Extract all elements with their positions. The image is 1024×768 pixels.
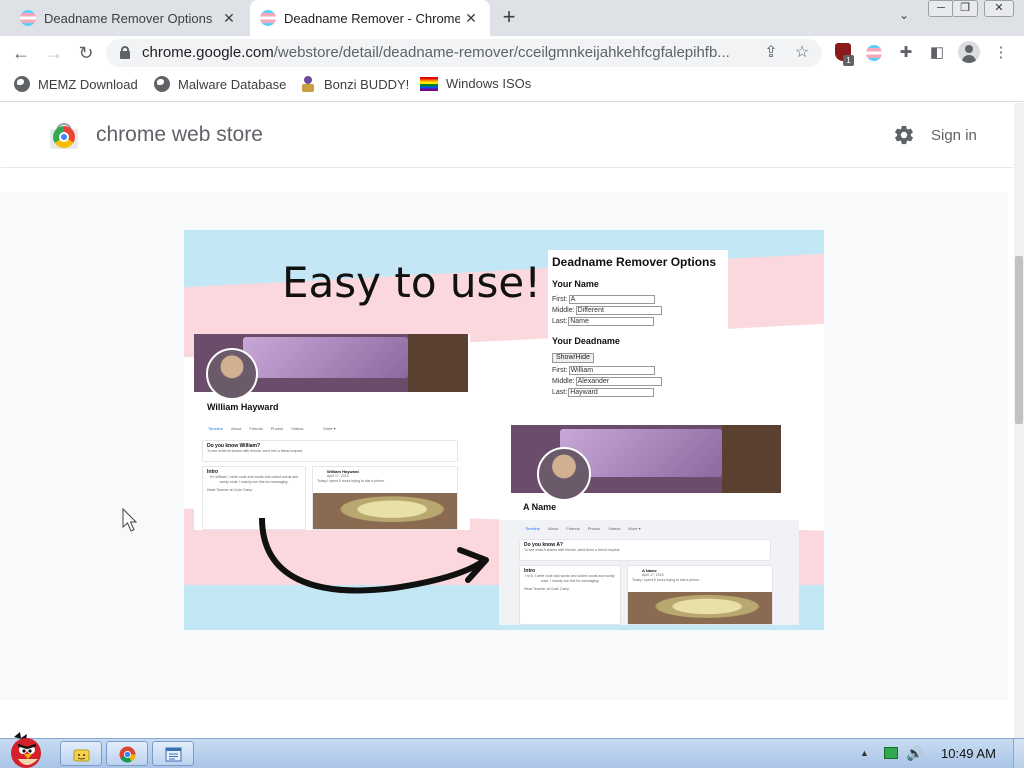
shield-extension-icon[interactable]: 1 <box>832 42 854 66</box>
post-card: A Name April 17, 2015 Today I spent 5 ho… <box>627 565 773 625</box>
dead-middle-field: Alexander <box>575 376 662 386</box>
taskbar-chrome[interactable] <box>106 741 148 766</box>
menu-kebab-icon[interactable]: ⋮ <box>990 42 1012 64</box>
show-desktop-button[interactable] <box>1013 739 1024 768</box>
chrome-icon <box>119 746 136 763</box>
options-panel-mock: Deadname Remover Options Your Name First… <box>548 250 728 402</box>
browser-toolbar: ← → ↻ chrome.google.com/webstore/detail/… <box>0 36 1024 70</box>
tab-strip: Deadname Remover Options ✕ Deadname Remo… <box>0 0 1024 36</box>
taskbar-clock[interactable]: 10:49 AM <box>941 746 996 761</box>
back-arrow-icon[interactable]: ← <box>9 41 33 65</box>
profile-after-mock: A Name Timeline About Friends Photos Videos M… <box>499 425 799 625</box>
dead-first-field: William <box>568 365 655 375</box>
restore-button[interactable]: ❐ <box>952 0 978 17</box>
bookmark-malware-database[interactable]: Malware Database <box>154 76 286 92</box>
reload-icon[interactable]: ↻ <box>74 41 98 65</box>
url-text[interactable]: chrome.google.com/webstore/detail/deadna… <box>142 44 752 61</box>
deadname-remover-extension-icon[interactable] <box>863 42 885 64</box>
close-window-button[interactable]: ✕ <box>984 0 1014 17</box>
address-bar[interactable]: chrome.google.com/webstore/detail/deadna… <box>106 39 822 67</box>
show-hide-button: Show/Hide <box>552 353 594 363</box>
profile-name: William Hayward <box>207 402 279 412</box>
store-title[interactable]: chrome web store <box>96 123 263 147</box>
chrome-web-store-logo-icon[interactable] <box>50 123 78 149</box>
rainbow-flag-icon <box>420 76 438 91</box>
trans-flag-favicon-icon <box>260 10 276 26</box>
tab-title: Deadname Remover - Chrome Web Store <box>284 10 460 26</box>
settings-gear-icon[interactable] <box>893 124 915 146</box>
taskbar-explorer[interactable] <box>60 741 102 766</box>
profile-name: A Name <box>523 502 557 512</box>
extension-badge: 1 <box>843 55 854 66</box>
promo-headline: Easy to use! <box>282 258 542 307</box>
globe-icon <box>14 76 30 92</box>
network-icon[interactable] <box>884 747 898 759</box>
profile-nav: Timeline About Friends Photos Videos More ▾ <box>525 526 641 531</box>
scrollbar-thumb[interactable] <box>1015 256 1023 424</box>
your-name-heading: Your Name <box>552 279 599 289</box>
intro-card: Intro I'm A. I write code and words and … <box>519 565 621 625</box>
lock-icon[interactable] <box>120 46 130 59</box>
window-app-icon <box>165 747 182 762</box>
sign-in-link[interactable]: Sign in <box>931 127 977 144</box>
start-button-angry-bird-icon[interactable] <box>4 731 48 768</box>
new-tab-button[interactable]: + <box>497 6 521 30</box>
page-scrollbar[interactable] <box>1014 103 1024 738</box>
minimize-button[interactable]: ─ <box>928 0 954 17</box>
first-name-field: A <box>568 294 655 304</box>
know-card: Do you know William? To see what he shar… <box>202 440 458 462</box>
post-photo <box>628 592 772 624</box>
know-card: Do you know A? To see what A shares with… <box>519 539 771 561</box>
trans-flag-favicon-icon <box>20 10 36 26</box>
bonzi-icon <box>300 76 316 92</box>
middle-name-field: Different <box>575 305 662 315</box>
mouse-cursor-icon <box>122 508 138 532</box>
side-panel-icon[interactable]: ◧ <box>926 42 948 64</box>
your-deadname-heading: Your Deadname <box>552 336 620 346</box>
profile-nav: Timeline About Friends Photos Videos More ▾ <box>208 426 336 431</box>
bookmark-memz[interactable]: MEMZ Download <box>14 76 138 92</box>
options-title: Deadname Remover Options <box>552 255 717 269</box>
tab-search-chevron-icon[interactable]: ⌄ <box>894 8 914 28</box>
transform-arrow-icon <box>259 518 489 594</box>
profile-photo <box>206 348 258 400</box>
close-tab-icon[interactable]: ✕ <box>220 9 238 27</box>
globe-icon <box>154 76 170 92</box>
profile-avatar-icon[interactable] <box>958 41 980 63</box>
bookmark-star-icon[interactable]: ☆ <box>791 42 813 64</box>
close-tab-icon[interactable]: ✕ <box>462 9 480 27</box>
profile-photo <box>537 447 591 501</box>
promo-screenshot[interactable]: Easy to use! Deadname Remover Options Yo… <box>184 230 824 630</box>
bookmark-windows-isos[interactable]: Windows ISOs <box>420 76 531 91</box>
tab-title: Deadname Remover Options <box>44 10 213 26</box>
bookmarks-bar: MEMZ Download Malware Database Bonzi BUD… <box>0 70 1024 102</box>
show-hidden-icons-icon[interactable]: ▲ <box>860 748 869 758</box>
extensions-puzzle-icon[interactable]: ✚ <box>895 42 917 64</box>
share-icon[interactable]: ⇪ <box>760 42 782 64</box>
taskbar-window-app[interactable] <box>152 741 194 766</box>
last-name-field: Name <box>568 316 655 326</box>
bookmark-bonzi-buddy[interactable]: Bonzi BUDDY! <box>300 76 409 92</box>
store-header: chrome web store Sign in <box>0 103 1014 167</box>
smiley-folder-icon <box>73 749 90 762</box>
forward-arrow-icon[interactable]: → <box>42 41 66 65</box>
tab-deadname-options[interactable]: Deadname Remover Options ✕ <box>8 0 248 36</box>
windows-taskbar: ▲ 🔊 10:49 AM <box>0 732 1024 768</box>
dead-last-field: Hayward <box>568 387 655 397</box>
volume-icon[interactable]: 🔊 <box>906 745 923 762</box>
profile-before-mock: William Hayward Timeline About Friends Phot… <box>194 334 470 530</box>
tab-chrome-web-store[interactable]: Deadname Remover - Chrome Web Store ✕ <box>250 0 490 36</box>
